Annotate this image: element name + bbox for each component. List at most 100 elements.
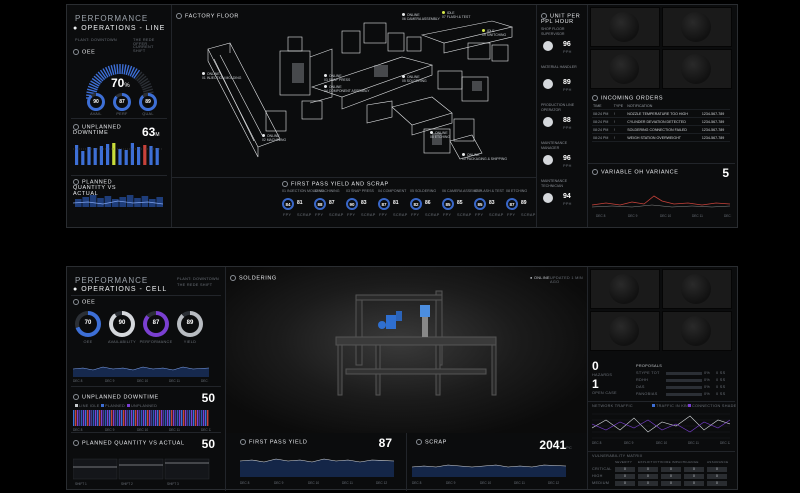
- station-label[interactable]: ONLINE 05 SOLDERING: [402, 75, 464, 84]
- order-row[interactable]: 08:24 PM! WEIGH STATION OVERWEIGHT 1234-56…: [592, 133, 730, 142]
- downtime-strip-bar: [105, 410, 107, 426]
- camera-thumbnail[interactable]: [662, 311, 732, 351]
- proposal-val: 0 SS: [716, 371, 726, 375]
- downtime-strip-bar: [99, 410, 101, 426]
- camera-thumbnail[interactable]: [590, 49, 660, 89]
- fpy-item-name: 04 COMPONENT: [378, 189, 407, 193]
- downtime-strip-bar: [195, 410, 197, 426]
- fpy-foot: FPY: [507, 213, 516, 217]
- downtime-strip-bar: [109, 410, 111, 426]
- fpy-ring: 90: [346, 198, 358, 210]
- cell-downtime-header: UNPLANNED DOWNTIME: [73, 394, 159, 400]
- legend-swatch: [101, 404, 104, 407]
- vuln-header: VULNERABILITY MATRIX: [592, 454, 643, 458]
- vuln-cell[interactable]: 0: [661, 474, 681, 479]
- order-row[interactable]: 08:24 PM! SOLDERING CONNECTION FAILED 1234…: [592, 125, 730, 134]
- counter-value: 0: [592, 359, 599, 373]
- station-name: 02 MACHINING: [262, 138, 287, 143]
- vuln-cell[interactable]: 0: [684, 474, 704, 479]
- trend-tick: DEC 9: [274, 481, 284, 485]
- station-label[interactable]: ONLINE 01 INJECTION MOLDING: [202, 72, 264, 81]
- scrap-value: 81: [393, 200, 399, 206]
- page-subtitle: ● OPERATIONS - LINE: [73, 25, 166, 32]
- downtime-bar: [112, 143, 116, 165]
- fpy-foot: FPY: [411, 213, 420, 217]
- station-label[interactable]: IDLE 07 FLASH & TEST: [442, 11, 504, 20]
- downtime-strip-bar: [193, 410, 195, 426]
- online-status: ● ONLINE: [530, 276, 550, 280]
- proposal-val: 0 SS: [716, 378, 726, 382]
- legend-label: PLANNED: [105, 404, 126, 408]
- cell-ring-label: AVAILABILITY: [108, 340, 136, 344]
- ppl-unit: PPH: [563, 164, 572, 168]
- vuln-cell[interactable]: 0: [638, 474, 658, 479]
- vuln-cell[interactable]: 0: [707, 467, 727, 472]
- downtime-strip-bar: [129, 410, 131, 426]
- page-title: PERFORMANCE: [75, 14, 149, 23]
- status-dot: [262, 134, 265, 137]
- downtime-strip-bar: [157, 410, 159, 426]
- station-label[interactable]: ONLINE 10 PACKAGING & SHIPPING: [462, 153, 524, 162]
- camera-thumbnail[interactable]: [590, 269, 660, 309]
- station-label[interactable]: IDLE 09 SWITCHING: [482, 29, 544, 38]
- oee-value: 70%: [111, 76, 130, 90]
- warning-icon: [592, 169, 598, 175]
- order-row[interactable]: 08:24 PM! NOZZLE TEMPERATURE TOO HIGH 1234…: [592, 109, 730, 118]
- downtime-bar: [81, 151, 85, 165]
- legend-label: UNPLANNED: [131, 404, 158, 408]
- scrap-block: SCRAP 2041PC DEC 8 DEC 9 DEC 10 DEC 11 DEC 1…: [406, 433, 588, 491]
- fpy-trend-chart: DEC 8 DEC 9 DEC 10 DEC 11 DEC 12: [240, 458, 394, 485]
- station-name: 06 CAMERA ASSEMBLY: [402, 17, 440, 22]
- fpy-foot: FPY: [347, 213, 356, 217]
- status-dot: [482, 29, 485, 32]
- downtime-bar: [137, 147, 141, 165]
- line-right-column: INCOMING ORDERS TIME TYPE NOTIFICATION 08:2…: [587, 5, 735, 227]
- vuln-cell[interactable]: 0: [615, 474, 635, 479]
- downtime-strip-bar: [181, 410, 183, 426]
- downtime-strip-bar: [119, 410, 121, 426]
- order-cell: SOLDERING CONNECTION FAILED: [626, 125, 701, 134]
- downtime-strip-bar: [161, 410, 163, 426]
- fpy-ring-value: 84: [285, 201, 291, 207]
- downtime-strip-bar: [183, 410, 185, 426]
- vuln-cell[interactable]: 0: [707, 474, 727, 479]
- camera-lens: [681, 274, 711, 304]
- network-legend-item: TRAFFIC IN KBS: [652, 404, 690, 408]
- ring-hole: 87: [116, 96, 128, 108]
- scrap-value: 85: [457, 200, 463, 206]
- vuln-cell[interactable]: 0: [615, 467, 635, 472]
- network-chart: DEC 8 DEC 9 DEC 10 DEC 11 DEC 12: [592, 413, 730, 445]
- station-label[interactable]: ONLINE 08 ETCHING: [430, 131, 492, 140]
- vuln-cell[interactable]: 0: [638, 481, 658, 486]
- downtime-strip-bar: [147, 410, 149, 426]
- camera-thumbnail[interactable]: [590, 311, 660, 351]
- camera-thumbnail[interactable]: [662, 269, 732, 309]
- station-label[interactable]: ONLINE 04 COMPONENT ASSEMBLY: [324, 85, 386, 94]
- downtime-strip-bar: [107, 410, 109, 426]
- camera-thumbnail[interactable]: [662, 49, 732, 89]
- downtime-strip-bar: [83, 410, 85, 426]
- legend-item: UNPLANNED: [127, 404, 157, 408]
- vuln-cell[interactable]: 0: [638, 467, 658, 472]
- vuln-cell[interactable]: 0: [684, 481, 704, 486]
- order-row[interactable]: 08:24 PM! CYLINDER DEVIATION DETECTED 1234…: [592, 117, 730, 126]
- fpy-item-name: 03 SNAP PRESS: [346, 189, 374, 193]
- person-icon: [541, 13, 547, 19]
- order-cell: CYLINDER DEVIATION DETECTED: [626, 117, 701, 126]
- vuln-cell[interactable]: 0: [707, 481, 727, 486]
- network-tick: DEC 8: [592, 441, 602, 445]
- station-label[interactable]: ONLINE 03 SNAP PRESS: [324, 74, 386, 83]
- station-label[interactable]: ONLINE 02 MACHINING: [262, 134, 324, 143]
- camera-thumbnail[interactable]: [590, 7, 660, 47]
- camera-thumbnail[interactable]: [662, 7, 732, 47]
- vuln-cell[interactable]: 0: [684, 467, 704, 472]
- orders-col-header: NOTIFICATION: [626, 102, 701, 110]
- scrap-foot: SCRAP: [457, 213, 472, 217]
- downtime-strip-bar: [171, 410, 173, 426]
- vuln-cell[interactable]: 0: [661, 481, 681, 486]
- fpy-item-name: 07 FLASH & TEST: [474, 189, 505, 193]
- clock-icon: [73, 124, 79, 130]
- vuln-cell[interactable]: 0: [661, 467, 681, 472]
- chart-icon: [73, 440, 79, 446]
- vuln-cell[interactable]: 0: [615, 481, 635, 486]
